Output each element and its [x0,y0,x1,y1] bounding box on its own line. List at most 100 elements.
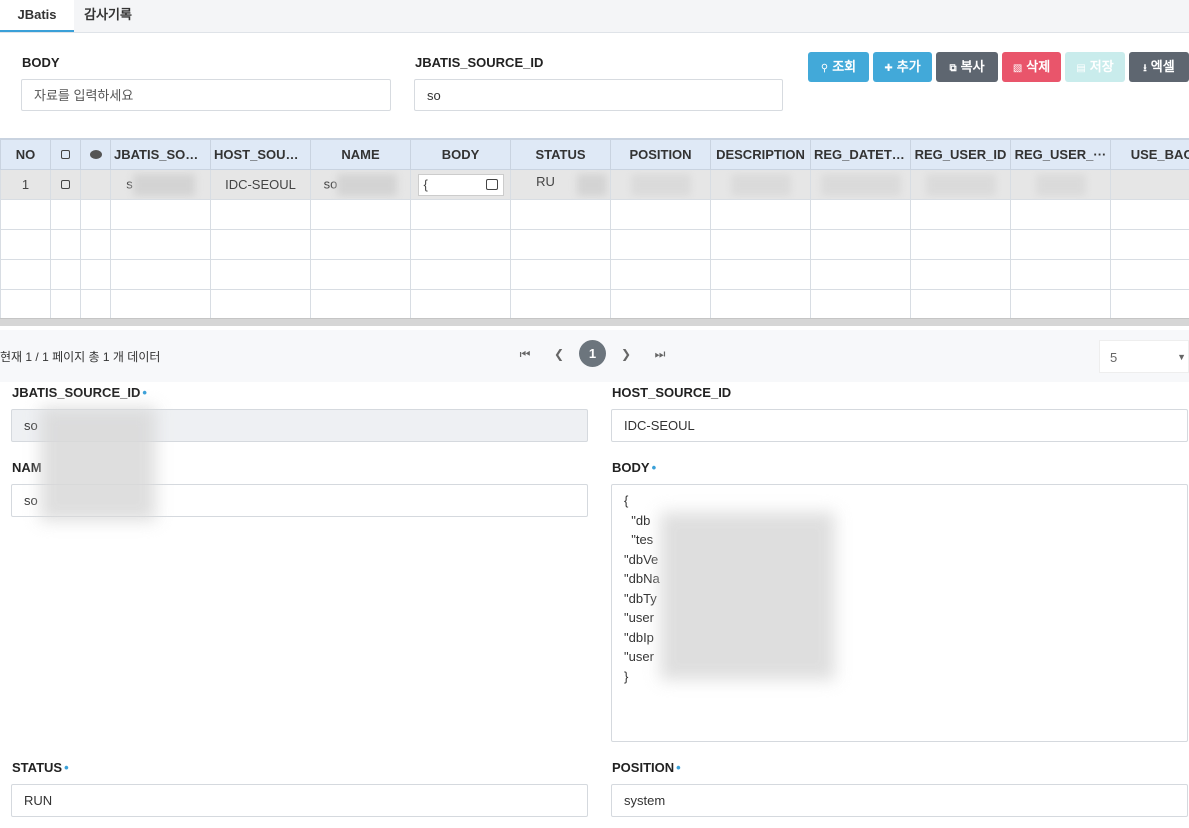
host-source-id-label: HOST_SOURCE_ID [612,385,732,400]
body-line: { [624,493,629,508]
cell-host-source: IDC-SEOUL [210,169,311,200]
col-header-name[interactable]: NAME [310,139,411,170]
cell-status-text: RU [536,173,555,189]
excel-button[interactable]: ⭳ 엑셀 [1129,52,1189,82]
name-label: NAM [12,460,42,475]
pagination-bar: 현재 1 / 1 페이지 총 1 개 데이터 ⏮ ❮ 1 ❯ ⏭ 5 ▼ [0,330,1189,382]
search-button[interactable]: ⚲ 조회 [808,52,869,82]
redacted-block [730,173,791,196]
chevron-down-icon: ▼ [1177,352,1186,362]
delete-button[interactable]: ▧ 삭제 [1002,52,1061,82]
tab-bar: JBatis 감사기록 [0,0,1189,33]
page-size-value: 5 [1110,350,1118,365]
col-header-no[interactable]: NO [0,139,51,170]
col-header-description[interactable]: DESCRIPTION [710,139,811,170]
data-grid: NO JBATIS_SOU··· HOST_SOUR··· NAME BODY … [0,138,1189,318]
body-search-input[interactable] [21,79,391,111]
col-header-status[interactable]: STATUS [510,139,611,170]
copy-button-label: 복사 [960,59,985,74]
table-row-empty [0,229,1189,260]
col-header-reg-datetime[interactable]: REG_DATETI··· [810,139,911,170]
required-marker: • [64,760,69,775]
plus-icon: ✚ [884,63,893,74]
horizontal-scrollbar[interactable] [0,318,1189,326]
cell-status: RU [510,169,611,200]
trash-icon: ▧ [1012,63,1023,74]
next-page-icon[interactable]: ❯ [618,346,634,362]
body-label: BODY • [612,460,657,475]
redacted-block [630,173,691,196]
body-search-label: BODY [22,55,60,70]
save-button-label: 저장 [1089,59,1114,74]
save-icon: ▤ [1076,63,1086,74]
search-button-label: 조회 [832,59,857,74]
tab-audit-log[interactable]: 감사기록 [74,0,142,32]
col-header-body[interactable]: BODY [410,139,511,170]
tab-jbatis[interactable]: JBatis [0,0,74,32]
cell-position [610,169,711,200]
page-number-current[interactable]: 1 [579,340,606,367]
col-header-jbatis-source[interactable]: JBATIS_SOU··· [110,139,211,170]
col-header-host-source[interactable]: HOST_SOUR··· [210,139,311,170]
add-button-label: 추가 [896,59,921,74]
source-id-search-label: JBATIS_SOURCE_ID [415,55,544,70]
cell-no: 1 [0,169,51,200]
page-size-select[interactable]: 5 ▼ [1099,340,1189,373]
required-marker: • [142,385,147,400]
cell-checkbox[interactable] [50,169,81,200]
redacted-block [337,173,398,196]
comment-icon [89,150,102,159]
row-checkbox[interactable] [61,180,70,189]
col-header-position[interactable]: POSITION [610,139,711,170]
jbatis-source-id-label: JBATIS_SOURCE_ID • [12,385,147,400]
col-header-checkbox[interactable] [50,139,81,170]
position-field[interactable]: system [611,784,1188,817]
cell-reg-datetime [810,169,911,200]
redacted-block [820,173,901,196]
grid-header-row: NO JBATIS_SOU··· HOST_SOUR··· NAME BODY … [0,139,1189,170]
required-marker: • [651,460,657,475]
redacted-block [1035,173,1086,196]
excel-button-label: 엑셀 [1150,59,1175,74]
cell-jbatis-source-text: s [126,175,133,191]
col-header-reg-user-name[interactable]: REG_USER_··· [1010,139,1111,170]
status-label: STATUS • [12,760,69,775]
table-row-empty [0,289,1189,318]
cell-name-text: so [323,175,338,191]
copy-icon: ⧉ [949,63,957,74]
host-source-id-field[interactable]: IDC-SEOUL [611,409,1188,442]
save-button[interactable]: ▤ 저장 [1065,52,1125,82]
redacted-block [925,173,996,196]
col-header-reg-user-id[interactable]: REG_USER_ID [910,139,1011,170]
redacted-block [132,173,195,196]
status-field[interactable]: RUN [11,784,588,817]
required-marker: • [676,760,681,775]
first-page-icon[interactable]: ⏮ [517,346,533,362]
cell-body[interactable]: { [410,169,511,200]
col-header-comment [80,139,111,170]
page-info: 현재 1 / 1 페이지 총 1 개 데이터 [0,350,161,364]
cell-description [710,169,811,200]
cell-comment [80,169,111,200]
add-button[interactable]: ✚ 추가 [873,52,932,82]
cell-jbatis-source: s [110,169,211,200]
redacted-block [577,173,607,196]
copy-button[interactable]: ⧉ 복사 [936,52,998,82]
cell-body-text: { [423,176,428,192]
last-page-icon[interactable]: ⏭ [652,346,668,362]
body-cell-editor[interactable]: { [417,173,504,196]
cell-reg-user-name [1010,169,1111,200]
prev-page-icon[interactable]: ❮ [551,346,567,362]
table-row[interactable]: 1 s IDC-SEOUL so { RU [0,169,1189,200]
search-icon: ⚲ [820,63,829,74]
table-row-empty [0,259,1189,290]
edit-icon[interactable] [485,178,498,190]
position-label: POSITION • [612,760,681,775]
select-all-checkbox[interactable] [61,150,70,159]
table-row-empty [0,199,1189,230]
source-id-search-input[interactable] [414,79,783,111]
col-header-use-backup[interactable]: USE_BACKUP [1110,139,1189,170]
redacted-block [40,407,156,521]
cell-name: so [310,169,411,200]
download-icon: ⭳ [1143,63,1147,74]
